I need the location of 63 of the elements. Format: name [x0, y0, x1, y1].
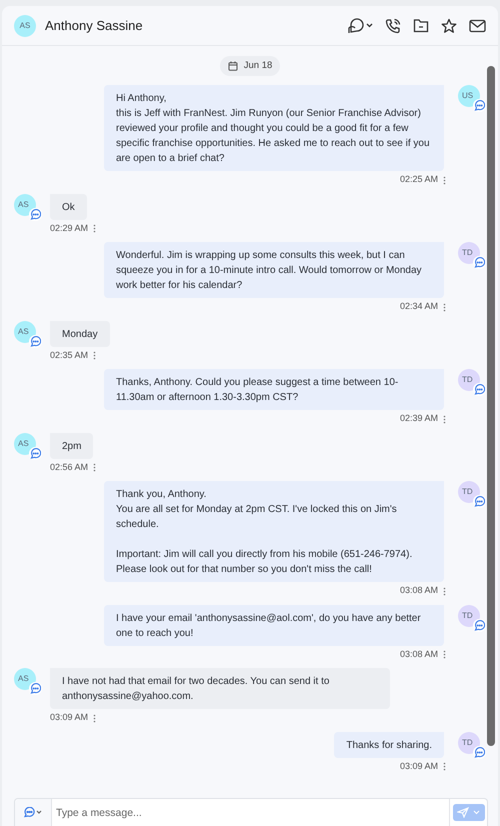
- sender-avatar: AS: [14, 432, 36, 455]
- sender-avatar: AS: [14, 194, 36, 216]
- message-bubble: Ok: [50, 194, 87, 220]
- sender-avatar: AS: [14, 320, 36, 343]
- chat-icon: [473, 256, 486, 270]
- star-icon[interactable]: [441, 18, 457, 34]
- chat-icon: [473, 99, 486, 112]
- more-options-icon[interactable]: [443, 302, 446, 312]
- message-bubble: I have your email 'anthonysassine@aol.com', do you have any better one to reach you!: [104, 604, 444, 646]
- message-bubble: Monday: [50, 320, 110, 347]
- chat-icon: [473, 383, 486, 396]
- send-icon: [456, 807, 469, 818]
- date-label: Jun 18: [244, 59, 272, 73]
- message-time: 02:35 AM: [50, 348, 88, 362]
- more-options-icon[interactable]: [443, 586, 446, 596]
- folder-icon[interactable]: [413, 18, 429, 33]
- chat-icon: [473, 618, 486, 632]
- message-bubble: Hi Anthony, this is Jeff with FranNest. Jim Runyon (our Senior Franchise Advisor) reviewed your profile and thought you could be a good fit for a few specific franchise opportunities. He asked me to reach out to see if you are open to a brief chat?: [104, 85, 444, 172]
- more-options-icon[interactable]: [93, 714, 96, 722]
- sender-avatar: TD: [458, 604, 480, 627]
- chat-icon: [29, 334, 42, 348]
- sender-avatar: TD: [458, 242, 480, 264]
- more-options-icon[interactable]: [93, 351, 96, 360]
- sender-avatar: TD: [458, 732, 480, 754]
- chat-icon: [23, 807, 43, 818]
- sender-avatar: TD: [458, 481, 480, 504]
- contact-avatar: AS: [14, 14, 36, 36]
- sender-avatar: TD: [458, 369, 480, 392]
- more-options-icon[interactable]: [443, 414, 446, 424]
- sender-avatar: US: [458, 85, 480, 108]
- message-bubble: I have not had that email for two decades. You can send it to anthonysassine@yahoo.com.: [50, 668, 390, 710]
- message-bubble: 2pm: [50, 432, 94, 459]
- caret-icon: [473, 810, 480, 815]
- message-time: 02:29 AM: [50, 222, 88, 235]
- more-options-icon[interactable]: [93, 463, 96, 472]
- chat-icon: [473, 495, 486, 508]
- channel-dropdown[interactable]: [347, 16, 373, 34]
- sender-avatar: AS: [14, 668, 36, 690]
- message-time: 03:09 AM: [50, 711, 88, 724]
- message-time: 03:08 AM: [400, 584, 438, 598]
- calendar-icon: [228, 61, 238, 72]
- chat-icon: [29, 208, 42, 221]
- message-time: 02:39 AM: [400, 412, 438, 426]
- chat-icon: [473, 746, 486, 759]
- message-time: 02:34 AM: [400, 300, 438, 314]
- message-time: 03:09 AM: [400, 760, 438, 773]
- mail-icon[interactable]: [469, 18, 486, 32]
- phone-icon[interactable]: [385, 18, 401, 34]
- message-composer[interactable]: Type a message...: [14, 798, 488, 826]
- message-time: 02:56 AM: [50, 460, 88, 474]
- chat-icon: [29, 446, 42, 460]
- more-options-icon[interactable]: [443, 650, 446, 659]
- more-options-icon[interactable]: [443, 762, 446, 771]
- message-bubble: Thank you, Anthony. You are all set for Monday at 2pm CST. I've locked this on Jim's schedule. Important: Jim will call you directly from his mobile (651-246-7974). Please look out for that number so you don't miss the call!: [104, 481, 444, 582]
- message-bubble: Wonderful. Jim is wrapping up some consults this week, but I can squeeze you in for a 10-minute intro call. Would tomorrow or Monday work better for his calendar?: [104, 242, 444, 298]
- chat-icon: [29, 682, 42, 696]
- message-time: 02:25 AM: [400, 173, 438, 186]
- message-bubble: Thanks, Anthony. Could you please suggest a time between 10-11.30am or afternoon 1.30-3.30pm CST?: [104, 369, 444, 410]
- contact-name: Anthony Sassine: [45, 16, 143, 35]
- message-time: 03:08 AM: [400, 648, 438, 661]
- message-bubble: Thanks for sharing.: [334, 732, 444, 758]
- more-options-icon[interactable]: [93, 224, 96, 233]
- more-options-icon[interactable]: [443, 176, 446, 184]
